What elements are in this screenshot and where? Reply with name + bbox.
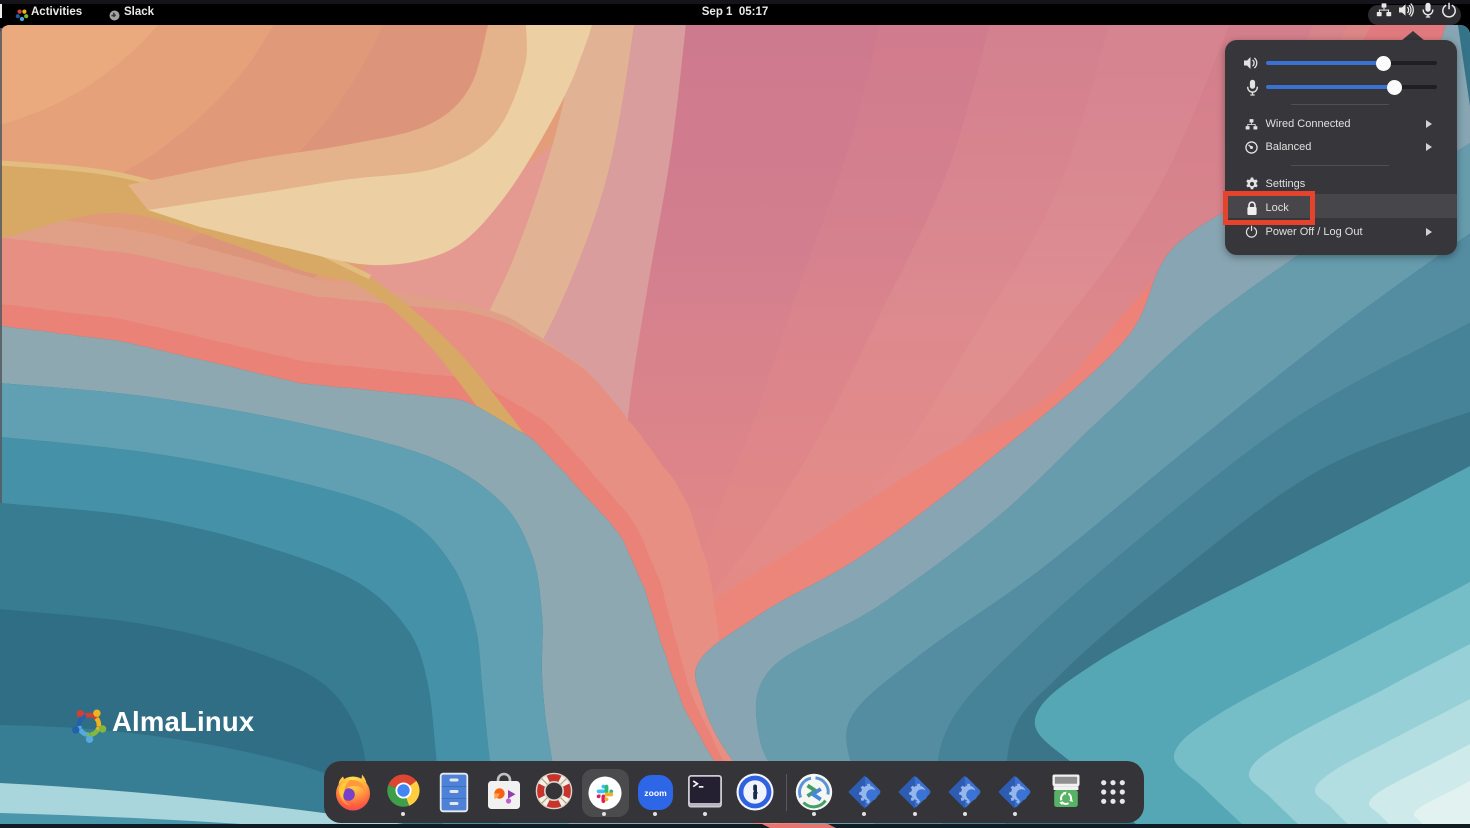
svg-text:zoom: zoom xyxy=(644,787,667,797)
